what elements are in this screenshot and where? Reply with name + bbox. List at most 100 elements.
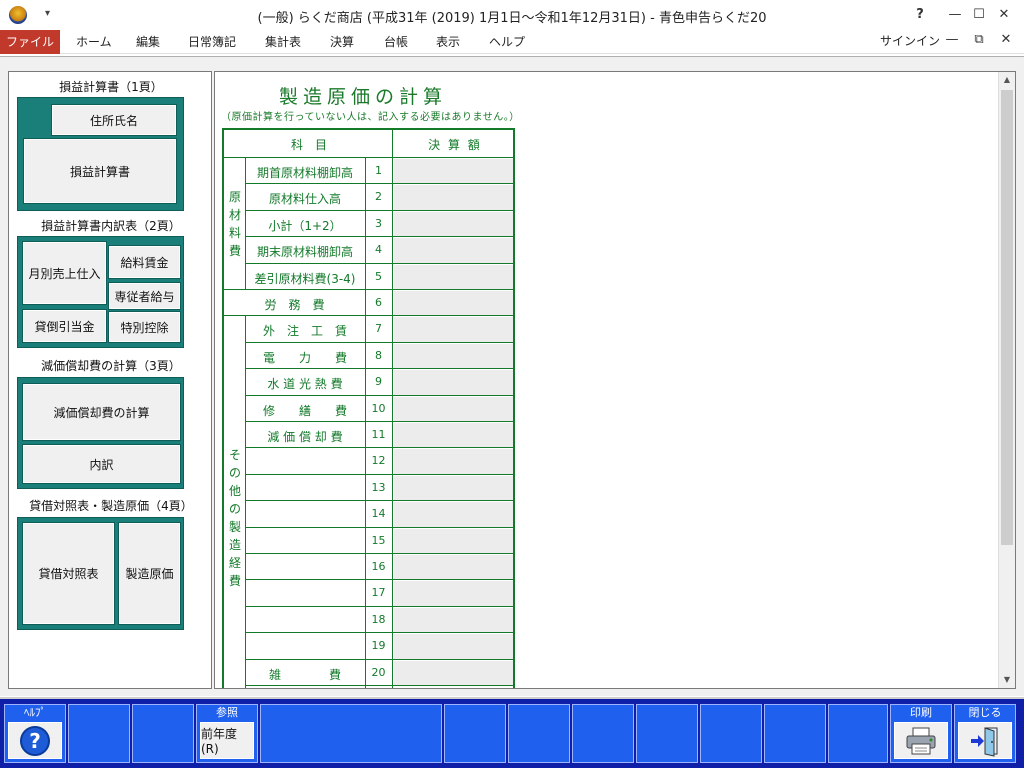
amount-input-2[interactable] [394,185,513,210]
print-button[interactable] [894,722,948,759]
amount-input-5[interactable] [394,264,513,289]
family-employee-salary-button[interactable]: 専従者給与 [108,282,181,310]
balance-sheet-button[interactable]: 貸借対照表 [22,522,115,625]
menu-file[interactable]: ファイル [0,30,60,54]
address-name-button[interactable]: 住所氏名 [51,104,177,136]
row-number-16: 16 [371,560,386,573]
minimize-button[interactable]: — [943,5,967,25]
amount-input-18[interactable] [394,607,513,633]
depreciation-detail-button[interactable]: 内訳 [22,444,181,484]
amount-input-6[interactable] [394,291,513,316]
amount-input-3[interactable] [394,211,513,237]
amount-input-8[interactable] [394,343,513,369]
amount-input-1[interactable] [394,159,513,184]
fkey-print-label: 印刷 [910,706,932,719]
menu-summary[interactable]: 集計表 [265,30,301,54]
amount-input-7[interactable] [394,317,513,342]
close-form-button[interactable] [958,722,1012,759]
printer-icon [906,727,936,754]
amount-input-19[interactable] [394,634,513,659]
row-number-19: 19 [371,639,386,653]
special-deduction-button[interactable]: 特別控除 [108,311,181,343]
menu-daily-bookkeeping[interactable]: 日常簿記 [188,30,236,54]
row-number-15: 15 [371,533,386,547]
row-number-5: 5 [375,269,382,283]
row-number-4: 4 [375,243,382,257]
number-column-divider [365,158,366,688]
monthly-sales-purchase-button[interactable]: 月別売上仕入 [22,241,107,305]
row-number-2: 2 [375,190,382,204]
group-divider-material [245,158,246,289]
menu-home[interactable]: ホーム [76,30,112,54]
fkey-reference: 参照 前年度(R) [196,704,258,763]
maximize-button[interactable]: ☐ [967,5,991,25]
bad-debt-allowance-button[interactable]: 貸倒引当金 [22,309,107,343]
header-amount: 決 算 額 [428,138,482,152]
menu-settlement[interactable]: 決算 [330,30,354,54]
group-label-material: 原材料費 [228,190,241,258]
row-label-9: 水 道 光 熱 費 [267,377,343,392]
row-number-14: 14 [371,507,386,521]
help-icon[interactable]: ? [908,5,932,25]
profit-loss-button[interactable]: 損益計算書 [23,138,177,204]
amount-input-20[interactable] [394,660,513,685]
amount-input-11[interactable] [394,423,513,448]
section-title-depreciation: 減価償却費の計算（3頁） [41,359,181,373]
mdi-minimize-button[interactable]: — [942,32,962,47]
fkey-print: 印刷 [890,704,952,763]
row-label-5: 差引原材料費(3-4) [254,271,356,286]
amount-input-13[interactable] [394,475,513,501]
manufacturing-cost-button[interactable]: 製造原価 [118,522,181,625]
amount-input-9[interactable] [394,370,513,395]
row-label-3: 小計（1+2） [268,218,342,233]
row-divider-17 [245,605,513,607]
row-number-20: 20 [371,665,386,679]
depreciation-calc-button[interactable]: 減価償却費の計算 [22,383,181,441]
prev-year-button[interactable]: 前年度(R) [200,722,254,759]
left-nav-panel: 損益計算書（1頁） 住所氏名 損益計算書 損益計算書内訳表（2頁） 月別売上仕入… [8,71,212,689]
row-number-1: 1 [375,164,382,177]
document-area: 製造原価の計算 （原価計算を行っていない人は、記入する必要はありません。） 科 … [214,71,1016,689]
amount-input-12[interactable] [394,449,513,474]
row-label-8: 電 力 費 [262,350,347,365]
fkey-close: 閉じる [954,704,1016,763]
row-divider-5 [224,289,513,290]
row-divider-7 [245,341,513,343]
amount-input-16[interactable] [394,555,513,580]
row-number-13: 13 [371,480,386,494]
scroll-down-icon[interactable]: ▼ [999,672,1015,688]
menu-edit[interactable]: 編集 [136,30,160,54]
row-number-17: 17 [371,586,386,600]
close-button[interactable]: ✕ [992,5,1016,25]
amount-input-14[interactable] [394,502,513,527]
row-number-18: 18 [371,612,386,626]
row-divider-3 [245,236,513,238]
amount-input-17[interactable] [394,581,513,606]
menu-view[interactable]: 表示 [436,30,460,54]
menu-help[interactable]: ヘルプ [489,30,525,54]
scroll-up-icon[interactable]: ▲ [999,72,1015,88]
row-number-7: 7 [375,322,382,336]
amount-input-4[interactable] [394,238,513,263]
vertical-scrollbar[interactable]: ▲ ▼ [998,72,1015,688]
fkey-help: ﾍﾙﾌﾟ ? [4,704,66,763]
fkey-empty-8 [572,704,634,763]
scroll-thumb[interactable] [1001,90,1013,545]
menu-ledger[interactable]: 台帳 [384,30,408,54]
group-divider-other [245,316,246,688]
signin-link[interactable]: サインイン [880,32,940,49]
salary-wages-button[interactable]: 給料賃金 [108,245,181,279]
fkey-close-label: 閉じる [968,706,1002,719]
help-button[interactable]: ? [8,722,62,759]
row-divider-9 [245,394,513,396]
amount-input-15[interactable] [394,528,513,553]
row-number-8: 8 [375,348,382,362]
row-divider-18 [245,632,513,634]
row-label-1: 期首原材料棚卸高 [256,166,353,180]
row-divider-12 [245,473,513,475]
mdi-close-button[interactable]: ✕ [996,32,1016,47]
mdi-restore-button[interactable]: ⧉ [969,32,989,47]
amount-input-10[interactable] [394,396,513,421]
row-label-11: 減 価 償 却 費 [267,430,343,444]
row-divider-14 [245,526,513,528]
